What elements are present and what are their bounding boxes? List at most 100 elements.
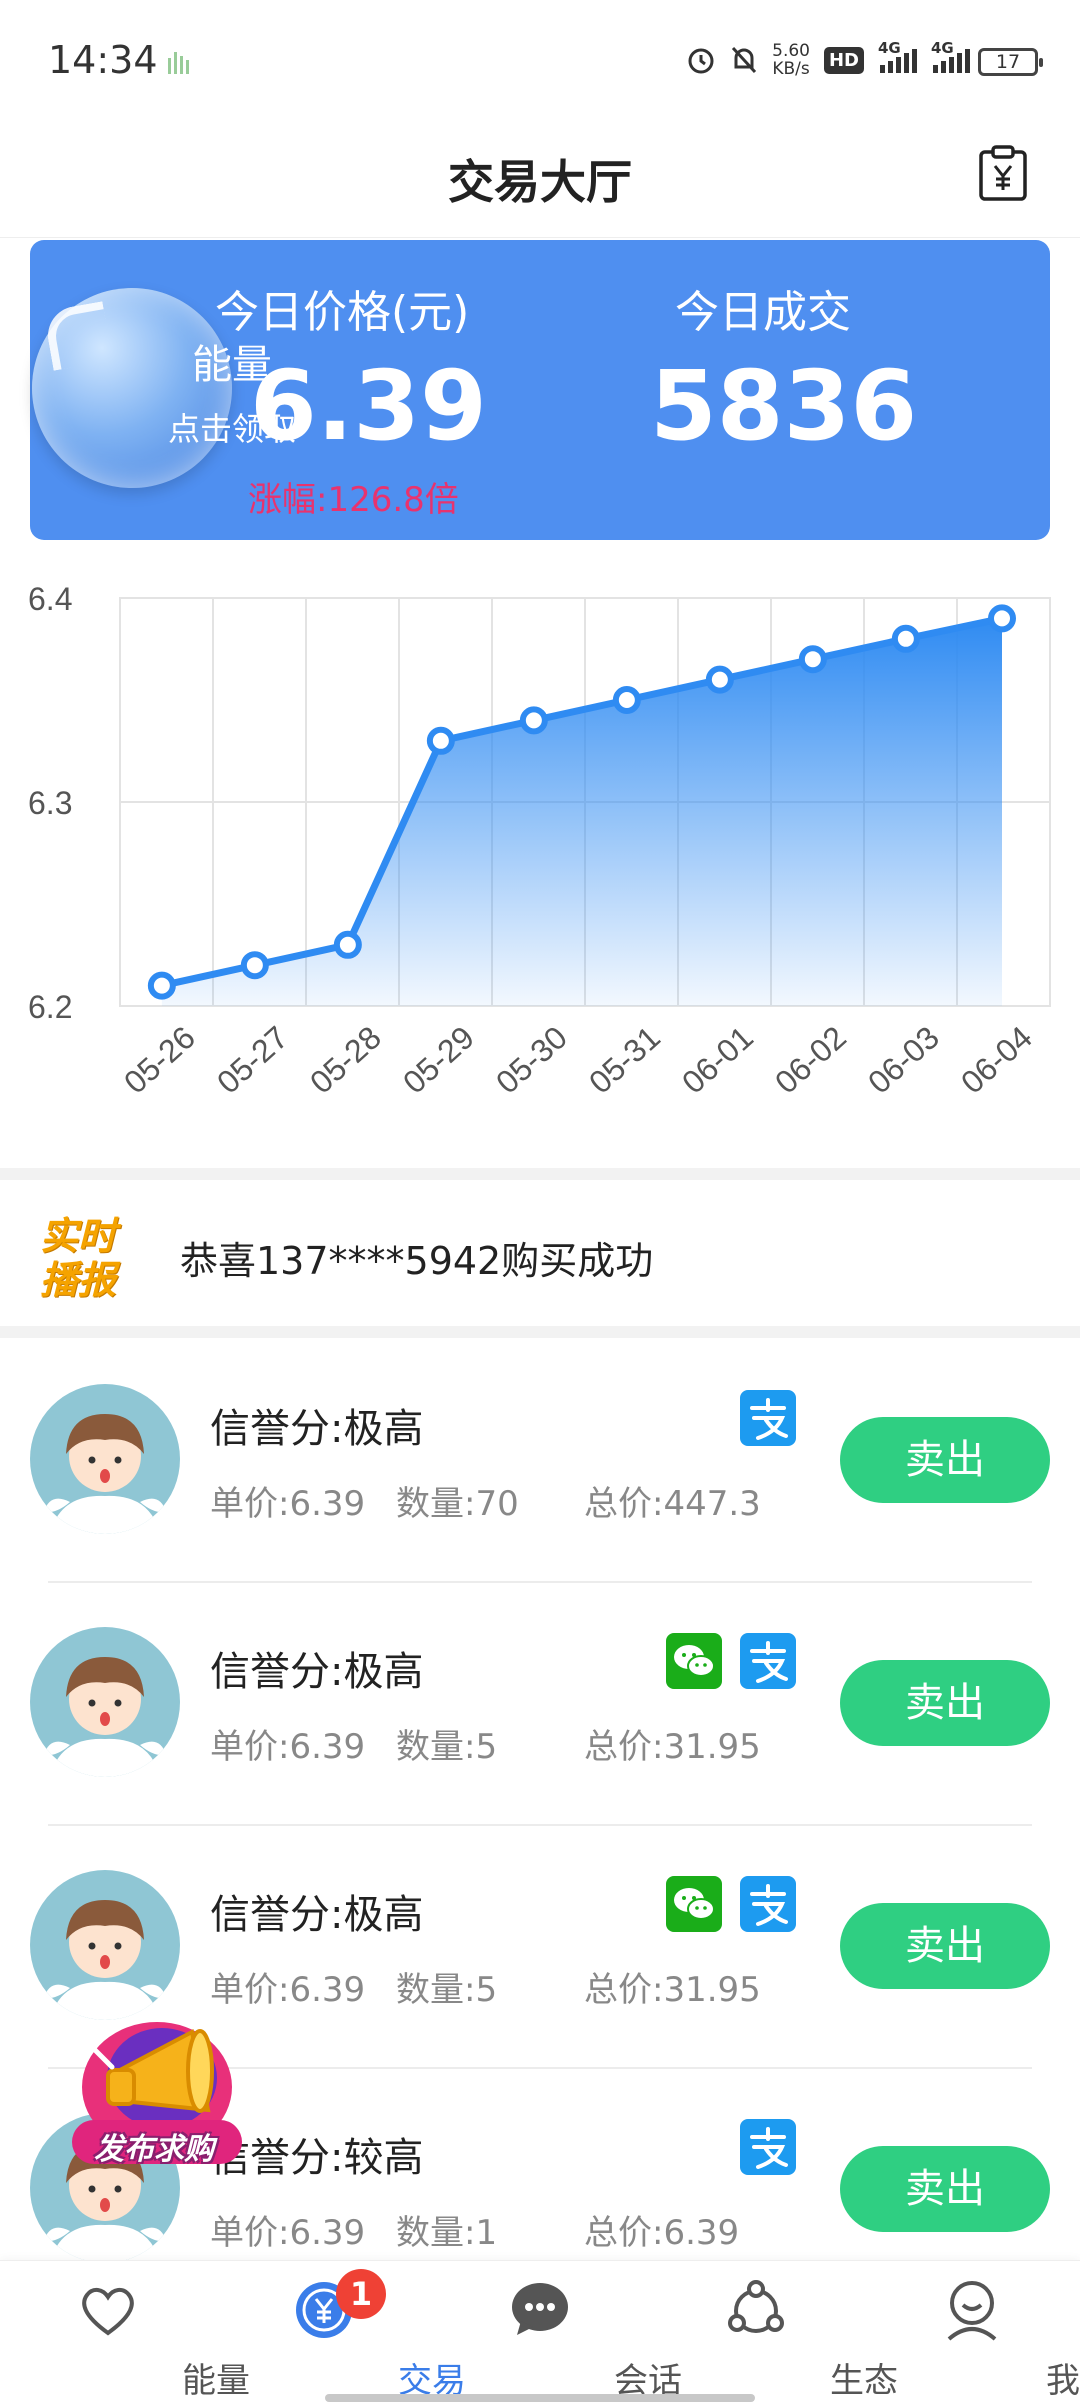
price-point — [333, 930, 362, 959]
hd-badge: HD — [823, 46, 864, 74]
unit-price: 单价:6.39 — [210, 2213, 366, 2253]
x-tick-label: 05-29 — [396, 1019, 481, 1101]
network-speed-value: 5.60 — [772, 41, 810, 61]
price-point — [240, 951, 269, 980]
price-change-label: 涨幅:126.8倍 — [248, 480, 459, 520]
total-price: 总价:6.39 — [584, 2213, 740, 2253]
wechat-pay-icon — [666, 1876, 722, 1932]
page-title: 交易大厅 — [448, 155, 632, 209]
user-icon — [947, 2281, 997, 2341]
seller-avatar[interactable] — [30, 1627, 180, 1777]
x-tick-label: 05-31 — [582, 1019, 667, 1101]
bottom-tab-bar: 能量 1 交易 会话 生态 我 — [0, 2260, 1080, 2408]
seller-credit: 信誉分:极高 — [210, 1406, 424, 1452]
price-point — [988, 604, 1016, 633]
network-speed-unit: KB/s — [772, 59, 810, 79]
sim1-label: 4G — [878, 39, 901, 57]
section-divider — [0, 1326, 1080, 1338]
price-chart-svg: 6.46.36.205-26 05-27 05-28 05-29 05-30 05-31 0… — [28, 581, 1051, 1101]
alipay-icon — [740, 1390, 796, 1446]
quantity: 数量:70 — [396, 1484, 519, 1524]
battery-icon: 17 — [978, 48, 1043, 76]
price-point — [798, 645, 827, 674]
quantity: 数量:1 — [396, 2213, 498, 2253]
order-row: 信誉分:极高 单价:6.39 数量:5 总价:31.95 卖出 — [0, 1583, 1080, 1826]
sell-button[interactable]: 卖出 — [840, 1903, 1050, 1989]
status-bar: 14:34 5.60 KB/s HD 4G 4G 17 — [0, 0, 1080, 120]
total-price: 总价:447.3 — [584, 1484, 761, 1524]
tab-chat[interactable]: 会话 — [432, 2261, 682, 2408]
unit-price: 单价:6.39 — [210, 1484, 366, 1524]
x-tick-label: 06-03 — [861, 1019, 946, 1101]
signal-sim2-icon: 4G — [931, 39, 970, 73]
alipay-icon — [740, 1876, 796, 1932]
seller-credit: 信誉分:极高 — [210, 1892, 424, 1938]
today-price-value: 6.39 — [250, 350, 487, 462]
today-volume-label: 今日成交 — [675, 287, 851, 338]
broadcast-message: 恭喜137****5942购买成功 — [180, 1239, 654, 1283]
post-buy-request-button[interactable]: 发布求购 — [52, 1992, 262, 2182]
price-point — [705, 665, 734, 694]
price-trend-chart: 6.4 6.3 6.2 05-26 05-27 05-28 05-29 05-30 05-31 0… — [0, 570, 1080, 1130]
quantity: 数量:5 — [396, 1970, 498, 2010]
trading-hall-screen: 14:34 5.60 KB/s HD 4G 4G 17 交易大厅 能量 点击领取… — [0, 0, 1080, 2408]
wechat-pay-icon — [666, 1633, 722, 1689]
heart-icon — [82, 2288, 134, 2336]
seller-credit: 信誉分:极高 — [210, 1649, 424, 1695]
price-point — [426, 726, 455, 755]
bubble-highlight — [43, 301, 113, 371]
total-price: 总价:31.95 — [584, 1970, 761, 2010]
tab-me[interactable]: 我的 — [864, 2261, 1080, 2408]
y-tick-label: 6.4 — [28, 581, 72, 617]
broadcast-badge: 实时 播报 — [40, 1214, 136, 1302]
broadcast-badge-line1: 实时 — [40, 1214, 117, 1258]
alipay-icon — [740, 2119, 796, 2175]
broadcast-badge-line2: 播报 — [40, 1258, 117, 1302]
alarm-icon — [688, 48, 714, 74]
quantity: 数量:5 — [396, 1727, 498, 1767]
order-row: 信誉分:极高 单价:6.39 数量:70 总价:447.3 卖出 — [0, 1340, 1080, 1583]
x-tick-label: 06-02 — [768, 1019, 853, 1101]
price-point — [891, 624, 920, 653]
x-tick-label: 05-30 — [489, 1019, 574, 1101]
x-tick-label: 05-26 — [117, 1019, 202, 1101]
header: 交易大厅 — [0, 120, 1080, 238]
network-icon — [728, 2280, 784, 2333]
status-indicators: 5.60 KB/s HD 4G 4G — [686, 39, 970, 80]
network-speed: 5.60 KB/s — [772, 42, 810, 78]
post-buy-request-label: 发布求购 — [94, 2132, 214, 2167]
signal-sim1-icon: 4G — [878, 39, 917, 73]
x-tick-label: 06-04 — [954, 1019, 1039, 1101]
app-notification-icon — [168, 52, 189, 74]
section-divider — [0, 1168, 1080, 1180]
y-tick-label: 6.3 — [28, 785, 72, 821]
price-summary-card: 能量 点击领取 今日价格(元) 6.39 涨幅:126.8倍 今日成交 5836 — [30, 240, 1050, 540]
bill-clipboard-icon[interactable] — [978, 144, 1028, 202]
seller-avatar[interactable] — [30, 1384, 180, 1534]
sell-button[interactable]: 卖出 — [840, 1417, 1050, 1503]
y-tick-label: 6.2 — [28, 989, 72, 1025]
x-tick-label: 05-28 — [303, 1019, 388, 1101]
tab-me-label: 我的 — [1046, 2361, 1080, 2401]
mute-bell-icon — [732, 46, 757, 74]
sell-button[interactable]: 卖出 — [840, 1660, 1050, 1746]
tab-ecosystem[interactable]: 生态 — [648, 2261, 898, 2408]
total-price: 总价:31.95 — [584, 1727, 761, 1767]
sim2-label: 4G — [931, 39, 954, 57]
price-area — [161, 618, 1003, 1006]
home-indicator[interactable] — [325, 2394, 755, 2402]
alipay-icon — [740, 1633, 796, 1689]
claim-energy-bubble[interactable]: 能量 点击领取 — [32, 288, 296, 488]
x-tick-label: 06-01 — [675, 1019, 760, 1101]
tab-trade[interactable]: 1 交易 — [216, 2261, 466, 2408]
trade-notification-badge: 1 — [336, 2269, 386, 2319]
chat-bubble-icon — [512, 2283, 568, 2335]
sell-button[interactable]: 卖出 — [840, 2146, 1050, 2232]
x-tick-label: 05-27 — [210, 1019, 295, 1101]
today-volume-value: 5836 — [650, 350, 918, 462]
status-time: 14:34 — [48, 38, 158, 82]
price-point — [519, 706, 548, 735]
price-point — [147, 971, 176, 1000]
unit-price: 单价:6.39 — [210, 1727, 366, 1767]
tab-energy[interactable]: 能量 — [0, 2261, 250, 2408]
